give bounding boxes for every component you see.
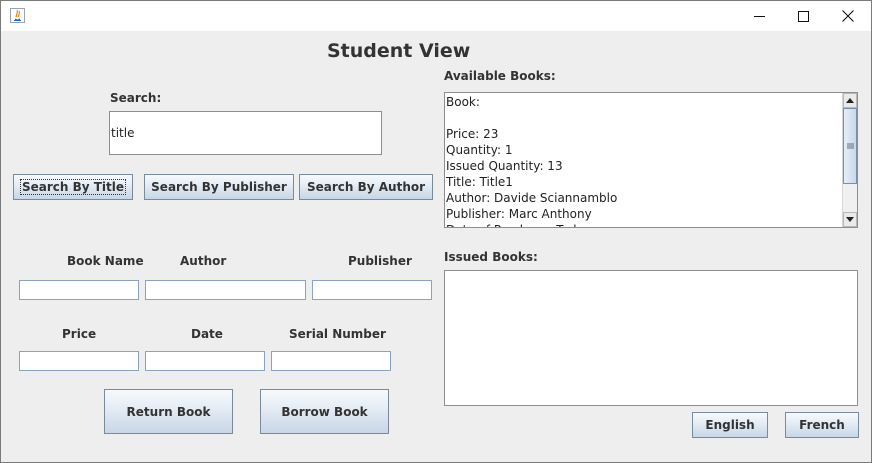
publisher-field[interactable] <box>312 280 432 300</box>
serial-number-label: Serial Number <box>289 327 386 341</box>
available-books-content: Book: Price: 23 Quantity: 1 Issued Quantity… <box>446 94 618 227</box>
available-books-line: Issued Quantity: 13 <box>446 159 563 173</box>
search-by-author-label: Search By Author <box>306 180 426 194</box>
publisher-label: Publisher <box>348 254 412 268</box>
borrow-book-label: Borrow Book <box>281 404 368 419</box>
author-field[interactable] <box>145 280 306 300</box>
minimize-icon <box>753 15 765 17</box>
english-button[interactable]: English <box>692 412 768 438</box>
author-label: Author <box>180 254 227 268</box>
title-bar <box>1 1 871 31</box>
book-name-field[interactable] <box>19 280 139 300</box>
minimize-button[interactable] <box>736 1 782 31</box>
available-books-line: Title: Title1 <box>446 175 513 189</box>
price-field[interactable] <box>19 351 139 371</box>
search-by-publisher-button[interactable]: Search By Publisher <box>144 174 294 200</box>
available-books-line: Quantity: 1 <box>446 143 513 157</box>
search-by-author-button[interactable]: Search By Author <box>299 174 433 200</box>
serial-number-field[interactable] <box>271 351 391 371</box>
maximize-button[interactable] <box>780 1 826 31</box>
available-books-line: Date of Purchase: Today <box>446 222 617 227</box>
borrow-book-button[interactable]: Borrow Book <box>260 389 389 434</box>
search-input[interactable]: title <box>109 111 382 155</box>
date-field[interactable] <box>145 351 265 371</box>
book-name-label: Book Name <box>67 254 144 268</box>
issued-books-textarea[interactable] <box>444 270 858 406</box>
return-book-button[interactable]: Return Book <box>104 389 233 434</box>
price-label: Price <box>62 327 97 341</box>
java-app-icon <box>10 8 25 23</box>
search-by-publisher-label: Search By Publisher <box>151 180 287 194</box>
search-input-value: title <box>111 126 135 140</box>
maximize-icon <box>797 10 809 22</box>
scroll-up-arrow-icon <box>846 98 854 103</box>
available-books-textarea[interactable]: Book: Price: 23 Quantity: 1 Issued Quantity… <box>444 92 858 228</box>
issued-books-label: Issued Books: <box>444 250 538 264</box>
scroll-up-button[interactable] <box>843 93 857 108</box>
french-label: French <box>799 418 845 432</box>
available-books-line: Book: <box>446 95 480 109</box>
available-books-line: Price: 23 <box>446 127 499 141</box>
search-by-title-label: Search By Title <box>19 179 127 195</box>
available-books-line <box>446 110 617 126</box>
french-button[interactable]: French <box>785 412 859 438</box>
close-button[interactable] <box>825 1 871 31</box>
search-label: Search: <box>110 91 162 105</box>
page-title: Student View <box>327 40 471 62</box>
scroll-down-arrow-icon <box>846 217 854 222</box>
available-books-line: Publisher: Marc Anthony <box>446 207 592 221</box>
close-icon <box>842 10 854 22</box>
grip-icon <box>846 143 854 149</box>
scroll-thumb[interactable] <box>843 108 857 184</box>
search-by-title-button[interactable]: Search By Title <box>13 174 133 200</box>
scroll-down-button[interactable] <box>843 212 857 227</box>
available-books-scrollbar[interactable] <box>842 93 857 227</box>
app-window: Student View Search: title Search By Tit… <box>0 0 872 463</box>
available-books-line: Author: Davide Sciannamblo <box>446 191 618 205</box>
available-books-label: Available Books: <box>444 69 556 83</box>
date-label: Date <box>191 327 223 341</box>
return-book-label: Return Book <box>126 404 211 419</box>
english-label: English <box>705 418 755 432</box>
